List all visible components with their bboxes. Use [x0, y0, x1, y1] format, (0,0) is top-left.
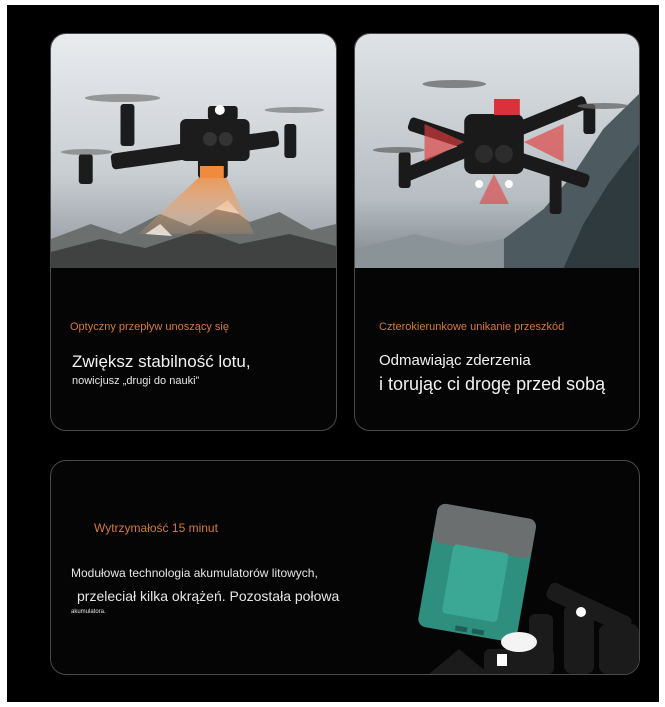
drone-obstacle-avoidance-photo	[355, 34, 639, 268]
page-background: Optyczny przepływ unoszący się Zwiększ s…	[7, 5, 659, 702]
drone-battery-photo	[389, 474, 639, 674]
feature-headline-clear-path: i torując ci drogę przed sobą	[379, 374, 606, 394]
feature-subline-beginner: nowicjusz „drugi do nauki”	[72, 375, 200, 387]
feature-title-obstacle-avoidance: Czterokierunkowe unikanie przeszkód	[379, 321, 565, 333]
feature-line-flight-laps: przeleciał kilka okrążeń. Pozostała poło…	[77, 588, 340, 604]
feature-card-endurance: Wytrzymałość 15 minut Modułowa technolog…	[50, 460, 640, 675]
feature-title-endurance: Wytrzymałość 15 minut	[94, 521, 218, 535]
feature-card-optical-flow: Optyczny przepływ unoszący się Zwiększ s…	[50, 33, 337, 431]
feature-headline-avoid-collision: Odmawiając zderzenia	[379, 352, 531, 369]
feature-line-battery-remaining: akumulatora.	[71, 609, 106, 615]
feature-headline-stability: Zwiększ stabilność lotu,	[72, 352, 251, 371]
feature-card-obstacle-avoidance: Czterokierunkowe unikanie przeszkód Odma…	[354, 33, 640, 431]
feature-line-battery-technology: Modułowa technologia akumulatorów litowy…	[71, 566, 318, 580]
drone-optical-flow-photo	[51, 34, 336, 268]
feature-title-optical-flow: Optyczny przepływ unoszący się	[70, 321, 229, 333]
